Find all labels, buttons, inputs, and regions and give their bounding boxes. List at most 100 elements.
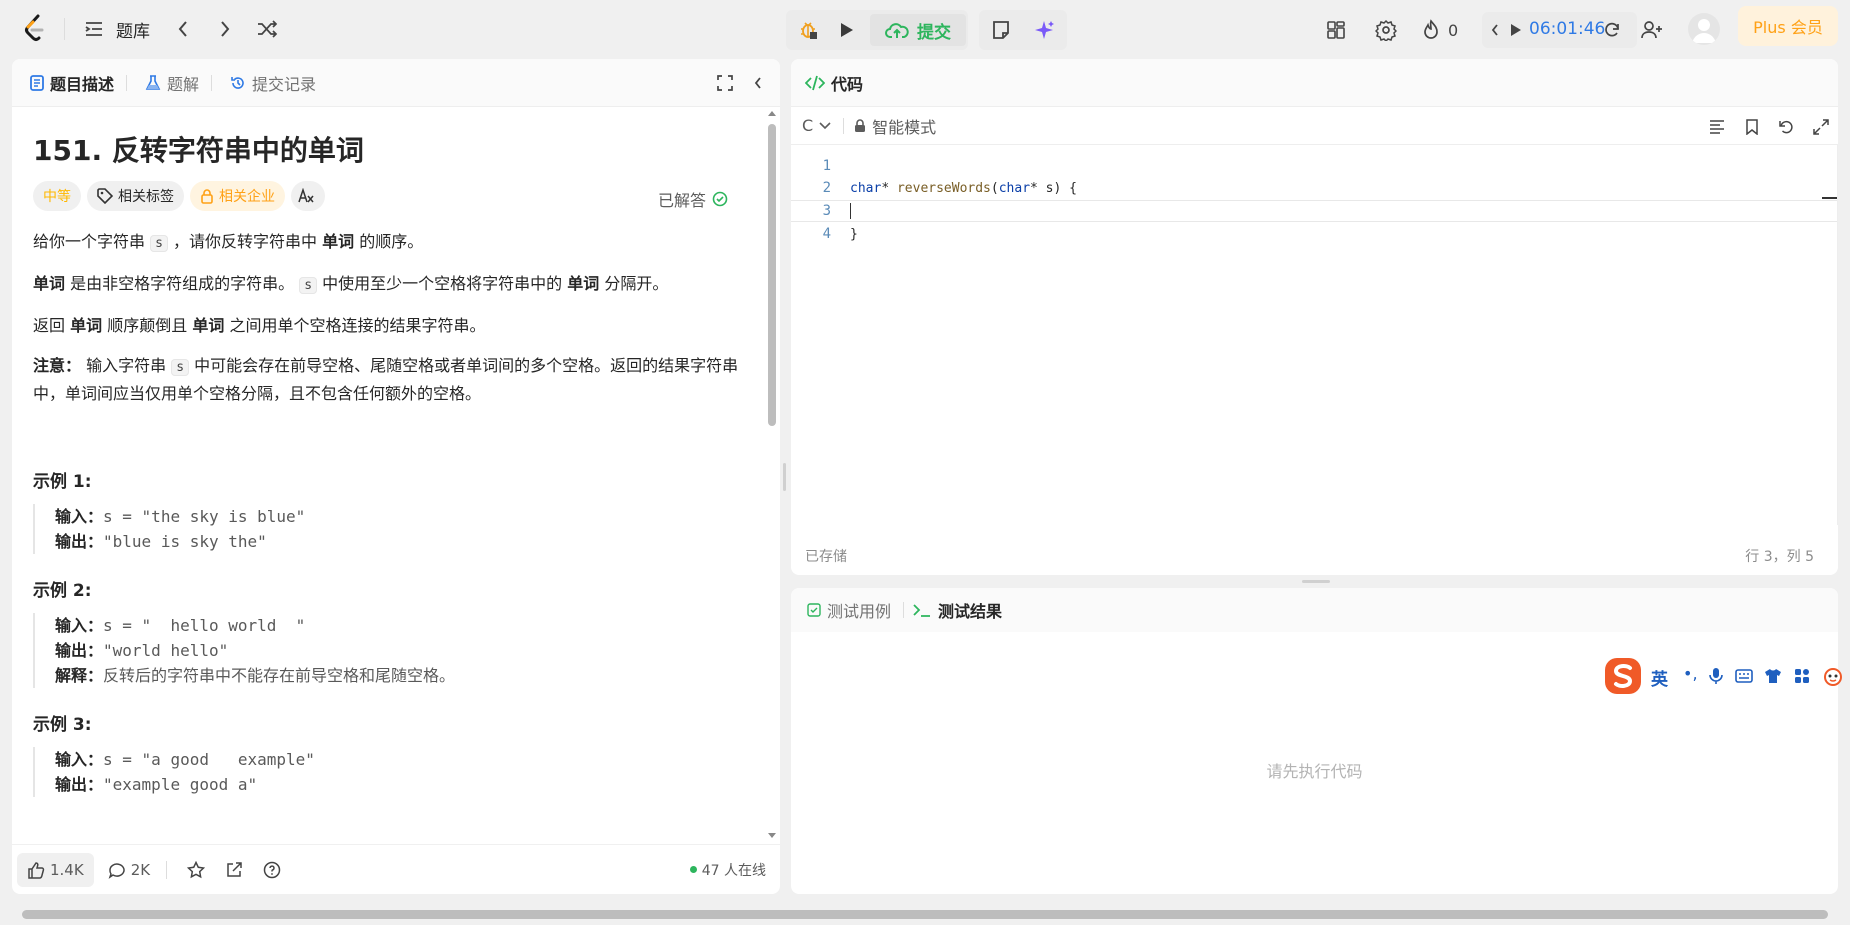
- translate-icon: [297, 188, 314, 203]
- scroll-up-icon[interactable]: [768, 111, 776, 116]
- tab-description[interactable]: 题目描述: [30, 71, 114, 95]
- prev-problem-button[interactable]: [172, 18, 194, 40]
- text-cursor: [850, 203, 851, 219]
- related-tags-button[interactable]: 相关标签: [87, 181, 184, 211]
- ime-punctuation-icon[interactable]: •,: [1683, 664, 1698, 683]
- problem-description: 151. 反转字符串中的单词 已解答 中等 相关标签 相关企业 给你一个字符串 …: [12, 107, 768, 842]
- ime-language[interactable]: 英: [1651, 665, 1668, 690]
- like-button[interactable]: 1.4K: [17, 852, 94, 887]
- timer-reset-button[interactable]: [1600, 18, 1624, 42]
- plus-label: Plus 会员: [1753, 18, 1823, 37]
- layout-button[interactable]: [1324, 18, 1348, 42]
- smart-mode-toggle[interactable]: 智能模式: [854, 112, 936, 140]
- example-1-title: 示例 1:: [33, 472, 92, 492]
- code-line-4[interactable]: 4 }: [791, 223, 1838, 245]
- microphone-icon[interactable]: [1707, 666, 1725, 686]
- debug-button[interactable]: [791, 14, 825, 46]
- example-input: s = "the sky is blue": [103, 507, 306, 526]
- language-label: C: [802, 116, 814, 135]
- page-horizontal-scrollbar[interactable]: [22, 910, 1828, 919]
- desc-text: 返回: [33, 316, 66, 335]
- tab-code[interactable]: 代码: [805, 71, 863, 95]
- keyboard-icon[interactable]: [1734, 666, 1754, 686]
- plus-membership-button[interactable]: Plus 会员: [1738, 6, 1838, 46]
- settings-button[interactable]: [1374, 18, 1398, 42]
- collapse-panel-button[interactable]: [748, 73, 768, 93]
- desc-bold: 单词: [192, 316, 225, 335]
- code-token: (: [990, 180, 999, 196]
- problem-list-button[interactable]: 题库: [84, 18, 150, 42]
- timer-play-button[interactable]: [1508, 18, 1524, 42]
- skin-shirt-icon[interactable]: [1763, 666, 1783, 686]
- tab-testcase[interactable]: 测试用例: [807, 598, 891, 622]
- related-tags-label: 相关标签: [118, 189, 174, 205]
- submit-button[interactable]: 提交: [870, 14, 966, 46]
- apps-grid-icon[interactable]: [1792, 666, 1812, 686]
- question-icon: [263, 861, 281, 878]
- run-button[interactable]: [830, 14, 864, 46]
- example-output: "blue is sky the": [103, 532, 267, 551]
- tab-submissions[interactable]: 提交记录: [230, 71, 316, 95]
- desc-text: 输入字符串: [86, 356, 167, 375]
- language-select[interactable]: C: [802, 112, 831, 140]
- code-line-3[interactable]: 3: [791, 200, 1838, 222]
- bookmark-button[interactable]: [1741, 116, 1763, 138]
- help-button[interactable]: [257, 853, 287, 887]
- related-companies-label: 相关企业: [219, 189, 275, 205]
- desc-text: 给你一个字符串: [33, 232, 146, 251]
- streak-counter[interactable]: 0: [1422, 18, 1458, 42]
- random-problem-button[interactable]: [255, 18, 279, 40]
- code-line-1[interactable]: 1: [791, 155, 1838, 177]
- example-input: s = "a good example": [103, 750, 315, 769]
- code-token: *: [881, 180, 897, 196]
- code-line-2[interactable]: 2 char* reverseWords(char* s) {: [791, 177, 1838, 199]
- list-icon: [85, 22, 102, 36]
- tab-solutions[interactable]: 题解: [145, 71, 199, 95]
- explanation-label: 解释：: [55, 666, 104, 685]
- undo-icon: [1779, 120, 1793, 134]
- editor-overview-marker: [1822, 197, 1838, 199]
- next-problem-button[interactable]: [214, 18, 236, 40]
- submit-label: 提交: [917, 22, 951, 43]
- leetcode-logo-icon[interactable]: [24, 14, 46, 42]
- translate-button[interactable]: [291, 181, 325, 211]
- ai-assistant-button[interactable]: [1027, 14, 1063, 46]
- desc-bold: 单词: [33, 274, 66, 293]
- invite-user-button[interactable]: [1640, 18, 1664, 42]
- avatar[interactable]: [1688, 13, 1720, 45]
- ime-toolbar: 英 •,: [1603, 654, 1850, 698]
- document-icon: [30, 74, 44, 91]
- share-button[interactable]: [219, 853, 249, 887]
- desc-bold: 单词: [567, 274, 600, 293]
- notes-button[interactable]: [983, 14, 1019, 46]
- tab-test-result[interactable]: 测试结果: [912, 598, 1002, 622]
- horizontal-splitter-handle[interactable]: [1302, 580, 1330, 583]
- vertical-splitter-handle[interactable]: [783, 463, 786, 491]
- chevron-left-icon: [178, 21, 187, 37]
- user-avatar-icon: [1692, 19, 1716, 43]
- checkbox-icon: [807, 603, 821, 617]
- description-scrollbar[interactable]: [768, 124, 776, 426]
- scroll-down-icon[interactable]: [768, 833, 776, 838]
- code-tab-label: 代码: [831, 74, 864, 94]
- fullscreen-button[interactable]: [715, 73, 735, 93]
- desc-bold: 单词: [322, 232, 355, 251]
- comments-button[interactable]: 2K: [108, 853, 150, 887]
- reset-code-button[interactable]: [1775, 116, 1797, 138]
- ime-mascot-icon[interactable]: [1821, 665, 1845, 687]
- inline-code: s: [299, 277, 318, 294]
- difficulty-badge[interactable]: 中等: [33, 181, 81, 211]
- code-keyword: char: [998, 180, 1031, 196]
- bug-icon: [801, 22, 817, 39]
- favorite-button[interactable]: [181, 853, 211, 887]
- code-header: 代码: [791, 59, 1838, 107]
- related-companies-button[interactable]: 相关企业: [190, 181, 285, 211]
- format-code-button[interactable]: [1706, 116, 1728, 138]
- input-label: 输入：: [55, 616, 104, 635]
- example-input: s = " hello world ": [103, 616, 306, 635]
- star-icon: [187, 860, 206, 878]
- maximize-editor-button[interactable]: [1810, 116, 1832, 138]
- sogou-logo-icon[interactable]: [1603, 656, 1643, 696]
- timer-collapse-button[interactable]: [1488, 18, 1502, 42]
- flask-icon: [145, 74, 161, 90]
